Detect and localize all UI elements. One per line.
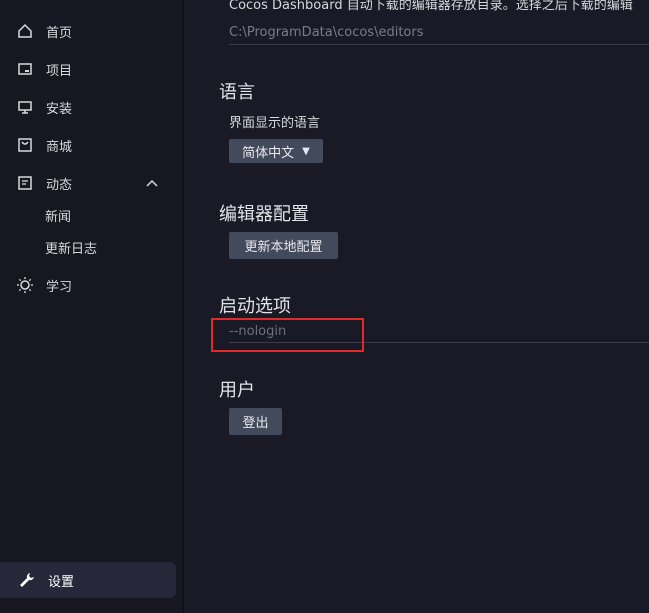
sidebar-item-label: 商城 [46, 139, 73, 155]
user-section-title: 用户 [219, 380, 255, 401]
sidebar-item-label: 安装 [46, 101, 73, 117]
language-section-title: 语言 [219, 82, 255, 103]
editor-storage-description: Cocos Dashboard 自动下载的编辑器存放目录。选择之后下载的编辑 [229, 0, 633, 13]
sidebar: 首页 项目 安装 商城 动态 新闻 更新日志 学习 设置 [0, 0, 184, 613]
logout-button[interactable]: 登出 [229, 408, 282, 435]
sidebar-item-settings[interactable]: 设置 [0, 562, 176, 598]
news-icon [16, 174, 34, 192]
sidebar-item-store[interactable]: 商城 [16, 134, 72, 156]
language-label: 界面显示的语言 [229, 116, 321, 131]
chevron-up-icon[interactable] [145, 176, 159, 190]
folder-icon [16, 60, 34, 78]
update-local-config-button[interactable]: 更新本地配置 [229, 232, 338, 259]
sidebar-item-home[interactable]: 首页 [16, 20, 72, 42]
editor-config-section-title: 编辑器配置 [219, 204, 309, 225]
sidebar-item-label: 首页 [46, 25, 73, 41]
sidebar-item-install[interactable]: 安装 [16, 96, 72, 118]
sidebar-item-learn[interactable]: 学习 [16, 274, 72, 296]
editor-storage-path-field[interactable]: C:\ProgramData\cocos\editors [229, 22, 649, 45]
language-selected-value: 简体中文 [242, 145, 295, 161]
caret-down-icon: ▼ [302, 145, 310, 157]
sun-icon [16, 276, 34, 294]
sidebar-item-label: 设置 [48, 574, 75, 590]
annotation-highlight-box [211, 318, 364, 352]
home-icon [16, 22, 34, 40]
sidebar-item-projects[interactable]: 项目 [16, 58, 72, 80]
sidebar-subitem-changelog[interactable]: 更新日志 [45, 238, 97, 257]
language-select[interactable]: 简体中文 ▼ [229, 139, 323, 163]
monitor-icon [16, 98, 34, 116]
sidebar-item-label: 学习 [46, 279, 73, 295]
startup-options-section-title: 启动选项 [219, 296, 291, 317]
store-icon [16, 136, 34, 154]
wrench-icon [18, 571, 36, 589]
sidebar-item-label: 项目 [46, 63, 73, 79]
sidebar-subitem-news[interactable]: 新闻 [45, 206, 71, 225]
sidebar-item-label: 动态 [46, 177, 73, 193]
sidebar-item-news[interactable]: 动态 [16, 172, 72, 194]
